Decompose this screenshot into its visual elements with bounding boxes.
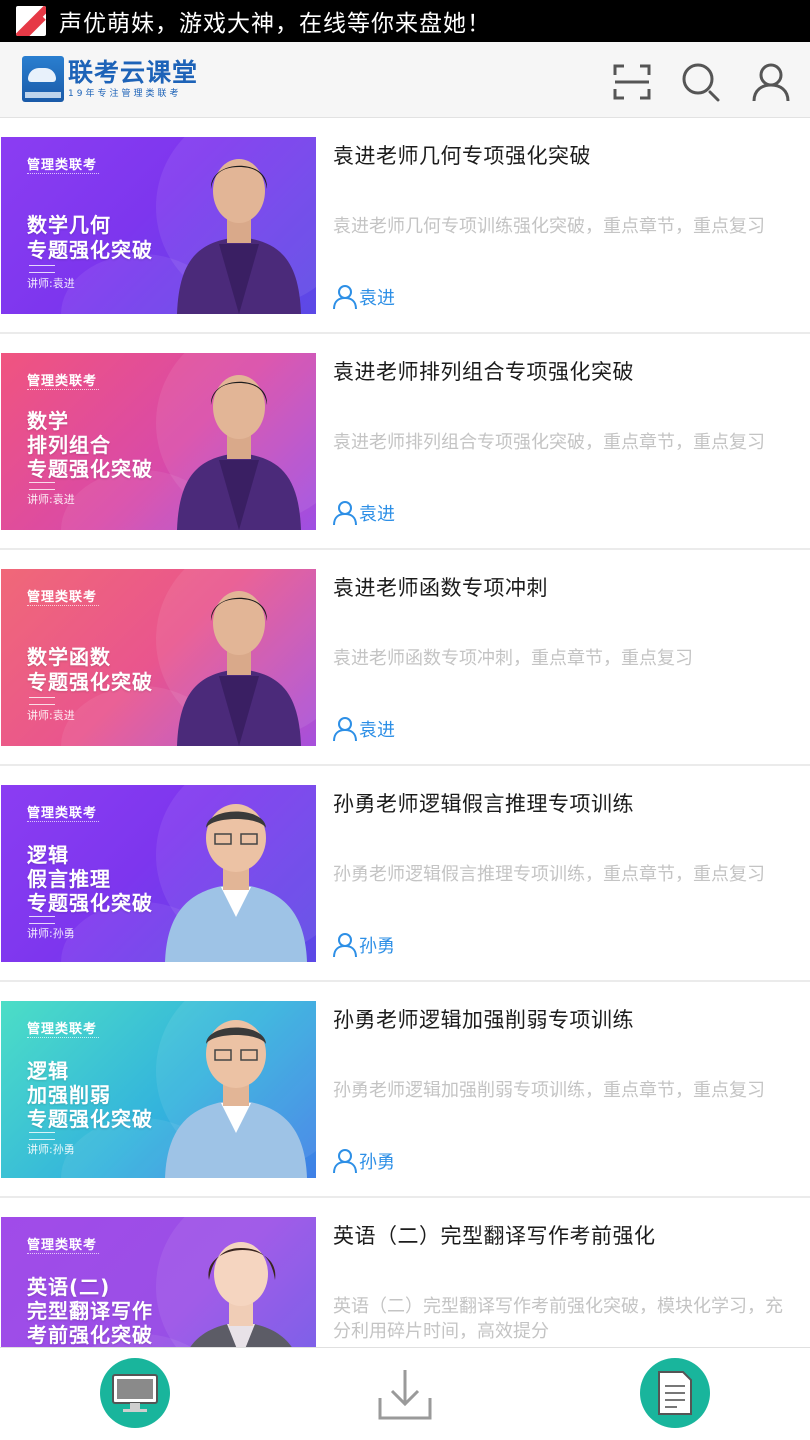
notes-icon bbox=[640, 1358, 710, 1428]
teacher-photo bbox=[177, 159, 301, 314]
thumb-title-line: 专题强化突破 bbox=[27, 238, 153, 262]
thumb-title-line: 逻辑 bbox=[27, 1059, 69, 1083]
teacher-name: 孙勇 bbox=[359, 936, 395, 957]
teacher-icon bbox=[333, 933, 357, 958]
course-description: 袁进老师排列组合专项强化突破，重点章节，重点复习 bbox=[333, 432, 765, 453]
scan-icon[interactable] bbox=[612, 62, 652, 102]
ad-app-icon bbox=[16, 6, 46, 36]
course-item[interactable]: 管理类联考 英语(二) 完型翻译写作 考前强化突破 英语（二）完型翻译写作考前强… bbox=[0, 1198, 810, 1347]
brand-slogan: 19年专注管理类联考 bbox=[68, 89, 182, 99]
thumb-title-line: 专题强化突破 bbox=[27, 1107, 153, 1131]
teacher-name: 袁进 bbox=[359, 288, 395, 309]
user-icon[interactable] bbox=[751, 62, 791, 102]
course-teacher: 孙勇 bbox=[333, 1148, 395, 1174]
thumb-title-line: 考前强化突破 bbox=[27, 1323, 153, 1347]
teacher-name: 孙勇 bbox=[359, 1152, 395, 1173]
nav-courses[interactable] bbox=[100, 1358, 170, 1428]
teacher-photo bbox=[177, 375, 301, 530]
thumb-title-line: 专题强化突破 bbox=[27, 670, 153, 694]
download-icon bbox=[378, 1370, 432, 1420]
course-description: 孙勇老师逻辑假言推理专项训练，重点章节，重点复习 bbox=[333, 864, 765, 885]
thumb-title-line: 数学几何 bbox=[27, 213, 111, 237]
thumb-lecturer: 讲师:孙勇 bbox=[27, 1143, 75, 1156]
course-description: 袁进老师函数专项冲刺，重点章节，重点复习 bbox=[333, 648, 693, 669]
course-thumbnail[interactable]: 管理类联考 数学 排列组合 专题强化突破 讲师:袁进 bbox=[1, 353, 316, 530]
teacher-icon bbox=[333, 1149, 357, 1174]
thumb-tag: 管理类联考 bbox=[27, 374, 98, 389]
thumb-lecturer: 讲师:袁进 bbox=[27, 493, 75, 506]
course-description: 孙勇老师逻辑加强削弱专项训练，重点章节，重点复习 bbox=[333, 1080, 765, 1101]
thumb-title-line: 完型翻译写作 bbox=[27, 1299, 153, 1323]
course-teacher: 袁进 bbox=[333, 500, 395, 526]
thumb-tag: 管理类联考 bbox=[27, 590, 98, 605]
brand-name: 联考云课堂 bbox=[68, 58, 199, 87]
teacher-name: 袁进 bbox=[359, 504, 395, 525]
thumb-title-line: 逻辑 bbox=[27, 843, 69, 867]
thumb-tag: 管理类联考 bbox=[27, 806, 98, 821]
course-thumbnail[interactable]: 管理类联考 数学函数 专题强化突破 讲师:袁进 bbox=[1, 569, 316, 746]
course-thumbnail[interactable]: 管理类联考 逻辑 加强削弱 专题强化突破 讲师:孙勇 bbox=[1, 1001, 316, 1178]
course-description: 英语（二）完型翻译写作考前强化突破，模块化学习，充分利用碎片时间，高效提分 bbox=[333, 1296, 783, 1342]
course-thumbnail[interactable]: 管理类联考 英语(二) 完型翻译写作 考前强化突破 bbox=[1, 1217, 316, 1347]
course-title[interactable]: 袁进老师函数专项冲刺 bbox=[333, 572, 548, 602]
thumb-title-line: 专题强化突破 bbox=[27, 891, 153, 915]
thumb-lecturer: 讲师:袁进 bbox=[27, 277, 75, 290]
course-teacher: 袁进 bbox=[333, 716, 395, 742]
teacher-photo bbox=[177, 591, 301, 746]
thumb-title-line: 数学 bbox=[27, 409, 69, 433]
course-item[interactable]: 管理类联考 逻辑 假言推理 专题强化突破 讲师:孙勇 孙勇老师逻辑假言推理专项训… bbox=[0, 766, 810, 982]
ad-text: 声优萌妹，游戏大神，在线等你来盘她！ bbox=[59, 11, 491, 37]
thumb-title-line: 加强削弱 bbox=[27, 1083, 111, 1107]
search-icon[interactable] bbox=[681, 62, 721, 102]
teacher-photo bbox=[165, 804, 307, 962]
teacher-photo bbox=[165, 1020, 307, 1178]
nav-notes[interactable] bbox=[640, 1358, 710, 1428]
teacher-icon bbox=[333, 501, 357, 526]
course-title[interactable]: 袁进老师几何专项强化突破 bbox=[333, 140, 591, 170]
thumb-tag: 管理类联考 bbox=[27, 1022, 98, 1037]
course-teacher: 孙勇 bbox=[333, 932, 395, 958]
course-list[interactable]: 管理类联考 数学几何 专题强化突破 讲师:袁进 袁进老师几何专项强化突破 袁进老… bbox=[0, 118, 810, 1347]
thumb-title-line: 排列组合 bbox=[27, 433, 111, 457]
course-thumbnail[interactable]: 管理类联考 数学几何 专题强化突破 讲师:袁进 bbox=[1, 137, 316, 314]
thumb-lecturer: 讲师:孙勇 bbox=[27, 927, 75, 940]
teacher-icon bbox=[333, 285, 357, 310]
course-item[interactable]: 管理类联考 数学函数 专题强化突破 讲师:袁进 袁进老师函数专项冲刺 袁进老师函… bbox=[0, 550, 810, 766]
thumb-title-line: 假言推理 bbox=[27, 867, 111, 891]
thumb-title-line: 专题强化突破 bbox=[27, 457, 153, 481]
thumb-lecturer: 讲师:袁进 bbox=[27, 709, 75, 722]
teacher-name: 袁进 bbox=[359, 720, 395, 741]
course-thumbnail[interactable]: 管理类联考 逻辑 假言推理 专题强化突破 讲师:孙勇 bbox=[1, 785, 316, 962]
course-title[interactable]: 英语（二）完型翻译写作考前强化 bbox=[333, 1220, 656, 1250]
bottom-nav bbox=[0, 1347, 810, 1440]
thumb-title-line: 英语(二) bbox=[27, 1275, 111, 1299]
teacher-photo bbox=[190, 1242, 292, 1347]
course-title[interactable]: 孙勇老师逻辑假言推理专项训练 bbox=[333, 788, 634, 818]
course-title[interactable]: 孙勇老师逻辑加强削弱专项训练 bbox=[333, 1004, 634, 1034]
thumb-tag: 管理类联考 bbox=[27, 158, 98, 173]
nav-downloads[interactable] bbox=[370, 1358, 440, 1428]
course-item[interactable]: 管理类联考 逻辑 加强削弱 专题强化突破 讲师:孙勇 孙勇老师逻辑加强削弱专项训… bbox=[0, 982, 810, 1198]
brand-logo[interactable]: 联考云课堂 19年专注管理类联考 bbox=[22, 56, 198, 102]
teacher-icon bbox=[333, 717, 357, 742]
brand-logo-icon bbox=[22, 56, 64, 102]
ad-banner[interactable]: 声优萌妹，游戏大神，在线等你来盘她！ bbox=[0, 0, 810, 42]
app-header: 联考云课堂 19年专注管理类联考 bbox=[0, 42, 810, 118]
course-description: 袁进老师几何专项训练强化突破，重点章节，重点复习 bbox=[333, 216, 765, 237]
course-item[interactable]: 管理类联考 数学几何 专题强化突破 讲师:袁进 袁进老师几何专项强化突破 袁进老… bbox=[0, 118, 810, 334]
course-teacher: 袁进 bbox=[333, 284, 395, 310]
computer-icon bbox=[100, 1358, 170, 1428]
thumb-title-line: 数学函数 bbox=[27, 645, 111, 669]
course-item[interactable]: 管理类联考 数学 排列组合 专题强化突破 讲师:袁进 袁进老师排列组合专项强化突… bbox=[0, 334, 810, 550]
course-title[interactable]: 袁进老师排列组合专项强化突破 bbox=[333, 356, 634, 386]
thumb-tag: 管理类联考 bbox=[27, 1238, 98, 1253]
